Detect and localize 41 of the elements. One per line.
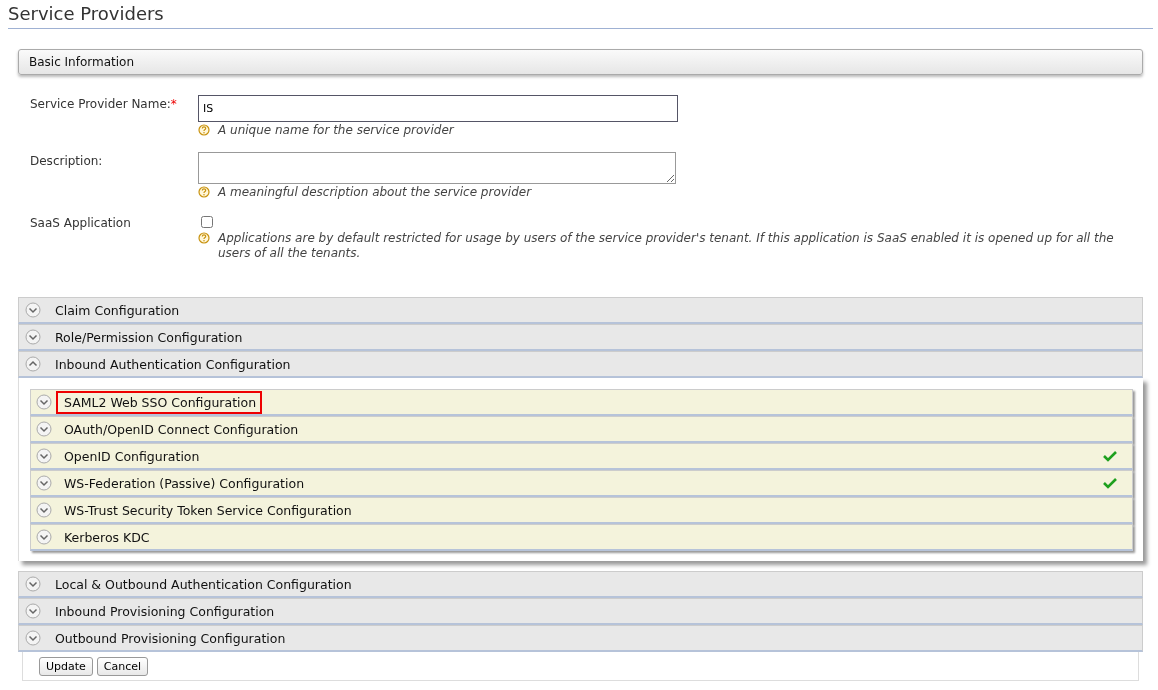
field-label: Description: <box>30 153 104 170</box>
section-header[interactable]: Basic Information <box>18 49 1143 75</box>
form-button[interactable]: Update <box>39 657 93 676</box>
subsection-header[interactable]: WS-Trust Security Token Service Configuration <box>30 497 1133 524</box>
expand-icon[interactable] <box>25 630 41 646</box>
expand-icon[interactable] <box>36 448 52 464</box>
expand-icon[interactable] <box>36 394 52 410</box>
expand-icon[interactable] <box>25 576 41 592</box>
section-header[interactable]: Outbound Provisioning Configuration <box>18 625 1143 652</box>
subsection-header[interactable]: Kerberos KDC <box>30 524 1133 551</box>
section-header[interactable]: Role/Permission Configuration <box>18 324 1143 351</box>
name-input[interactable]: IS <box>198 95 678 122</box>
collapse-icon[interactable] <box>25 356 41 372</box>
expand-icon[interactable] <box>36 475 52 491</box>
help-icon <box>198 124 210 136</box>
help-text: A meaningful description about the service provider <box>218 185 532 200</box>
section-header[interactable]: Local & Outbound Authentication Configuration <box>18 571 1143 598</box>
field-label: SaaS Application <box>30 215 132 232</box>
help-icon <box>198 186 210 198</box>
help-text: Applications are by default restricted for usage by users of the service provider's tenant. If this application is SaaS enabled it is opened up for all the users of all the tenants. <box>218 231 1115 261</box>
help-text: A unique name for the service provider <box>218 123 454 138</box>
expand-icon[interactable] <box>25 302 41 318</box>
expand-icon[interactable] <box>36 421 52 437</box>
help-icon <box>198 232 210 244</box>
required-mark: * <box>170 97 177 111</box>
section-header[interactable]: Claim Configuration <box>18 297 1143 324</box>
subsection-header[interactable]: SAML2 Web SSO Configuration <box>30 389 1133 416</box>
subsection-header[interactable]: OAuth/OpenID Connect Configuration <box>30 416 1133 443</box>
expand-icon[interactable] <box>36 502 52 518</box>
saas-checkbox[interactable] <box>201 216 213 228</box>
field-label: Service Provider Name:* <box>30 96 178 113</box>
form-button[interactable]: Cancel <box>96 657 149 676</box>
section-header[interactable]: Inbound Authentication Configuration <box>18 351 1143 378</box>
expand-icon[interactable] <box>25 603 41 619</box>
expand-icon[interactable] <box>36 529 52 545</box>
page-title: Service Providers <box>8 0 1153 29</box>
subsection-header[interactable]: WS-Federation (Passive) Configuration <box>30 470 1133 497</box>
subsection-header[interactable]: OpenID Configuration <box>30 443 1133 470</box>
expand-icon[interactable] <box>25 329 41 345</box>
section-header[interactable]: Inbound Provisioning Configuration <box>18 598 1143 625</box>
description-input[interactable] <box>198 152 676 184</box>
